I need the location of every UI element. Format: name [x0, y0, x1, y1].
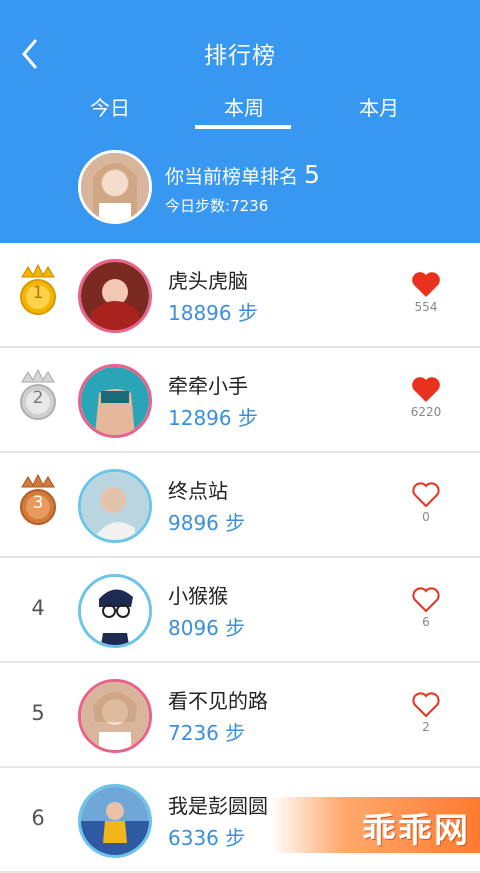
avatar[interactable] — [78, 679, 152, 753]
step-unit: 步 — [225, 826, 246, 850]
step-value: 12896 — [168, 406, 232, 430]
rank-number: 2 — [32, 388, 44, 408]
my-rank-label: 你当前榜单排名 — [165, 166, 299, 188]
step-count: 18896 步 — [168, 297, 258, 326]
heart-outline-icon — [412, 692, 440, 718]
tab-underline — [195, 125, 291, 129]
avatar[interactable] — [78, 574, 152, 648]
step-unit: 步 — [237, 406, 258, 430]
tab-today[interactable]: 今日 — [55, 92, 165, 121]
user-name: 小猴猴 — [168, 584, 228, 608]
user-name: 牵牵小手 — [168, 374, 248, 398]
step-unit: 步 — [237, 301, 258, 325]
heart-filled-icon — [412, 377, 440, 402]
rank-number: 5 — [31, 701, 45, 725]
avatar-image — [81, 262, 149, 330]
list-item[interactable]: 5 看不见的路 7236 步 2 — [0, 663, 480, 768]
like-button[interactable]: 6220 — [404, 376, 448, 419]
tab-month[interactable]: 本月 — [324, 92, 434, 121]
avatar-image — [81, 367, 149, 435]
avatar[interactable] — [78, 364, 152, 438]
step-value: 9896 — [168, 511, 219, 535]
step-count: 12896 步 — [168, 402, 258, 431]
list-item[interactable]: 3 终点站 9896 步 0 — [0, 453, 480, 558]
step-value: 8096 — [168, 616, 219, 640]
like-count: 6 — [422, 615, 430, 629]
step-unit: 步 — [225, 616, 246, 640]
step-value: 6336 — [168, 826, 219, 850]
my-steps-value: 7236 — [230, 197, 269, 215]
avatar[interactable] — [78, 784, 152, 858]
rank-number: 1 — [32, 283, 44, 303]
step-unit: 步 — [225, 511, 246, 535]
page-title: 排行榜 — [204, 43, 276, 69]
heart-filled-icon — [412, 272, 440, 297]
my-rank-value: 5 — [304, 160, 320, 189]
like-button[interactable]: 6 — [404, 586, 448, 629]
avatar-image — [81, 787, 149, 855]
rank-number: 4 — [31, 596, 45, 620]
list-item[interactable]: 2 牵牵小手 12896 步 6220 — [0, 348, 480, 453]
like-button[interactable]: 2 — [404, 691, 448, 734]
watermark-text: 乖乖网 — [362, 811, 470, 851]
like-count: 6220 — [410, 405, 442, 419]
like-button[interactable]: 554 — [404, 271, 448, 314]
step-value: 18896 — [168, 301, 232, 325]
user-name: 看不见的路 — [168, 689, 268, 713]
list-item[interactable]: 1 虎头虎脑 18896 步 554 — [0, 243, 480, 348]
heart-outline-icon — [412, 482, 440, 508]
step-count: 6336 步 — [168, 822, 245, 851]
my-steps: 今日步数:7236 — [165, 195, 268, 216]
avatar-image — [81, 472, 149, 540]
heart-outline-icon — [412, 587, 440, 613]
tab-week[interactable]: 本周 — [189, 92, 299, 121]
rank-number: 6 — [31, 806, 45, 830]
avatar[interactable] — [78, 469, 152, 543]
like-button[interactable]: 0 — [404, 481, 448, 524]
step-count: 7236 步 — [168, 717, 245, 746]
user-name: 虎头虎脑 — [168, 269, 248, 293]
my-avatar[interactable] — [78, 150, 152, 224]
my-steps-label: 今日步数: — [165, 197, 231, 215]
step-count: 8096 步 — [168, 612, 245, 641]
rank-number: 3 — [32, 493, 44, 513]
step-count: 9896 步 — [168, 507, 245, 536]
user-name: 终点站 — [168, 479, 228, 503]
like-count: 554 — [414, 300, 438, 314]
avatar-image — [81, 577, 149, 645]
step-unit: 步 — [225, 721, 246, 745]
avatar-image — [81, 153, 149, 221]
user-name: 我是彭圆圆 — [168, 794, 268, 818]
avatar-image — [81, 682, 149, 750]
my-rank: 你当前榜单排名 5 — [165, 160, 320, 189]
ranking-list: 1 虎头虎脑 18896 步 554 2 牵牵小手 12896 步 6220 3… — [0, 243, 480, 873]
like-count: 2 — [422, 720, 430, 734]
watermark: 乖乖网 — [270, 797, 480, 853]
header-bar: 排行榜 今日 本周 本月 你当前榜单排名 5 今日步数:7236 — [0, 0, 480, 243]
like-count: 0 — [422, 510, 430, 524]
step-value: 7236 — [168, 721, 219, 745]
list-item[interactable]: 4 小猴猴 8096 步 6 — [0, 558, 480, 663]
avatar[interactable] — [78, 259, 152, 333]
